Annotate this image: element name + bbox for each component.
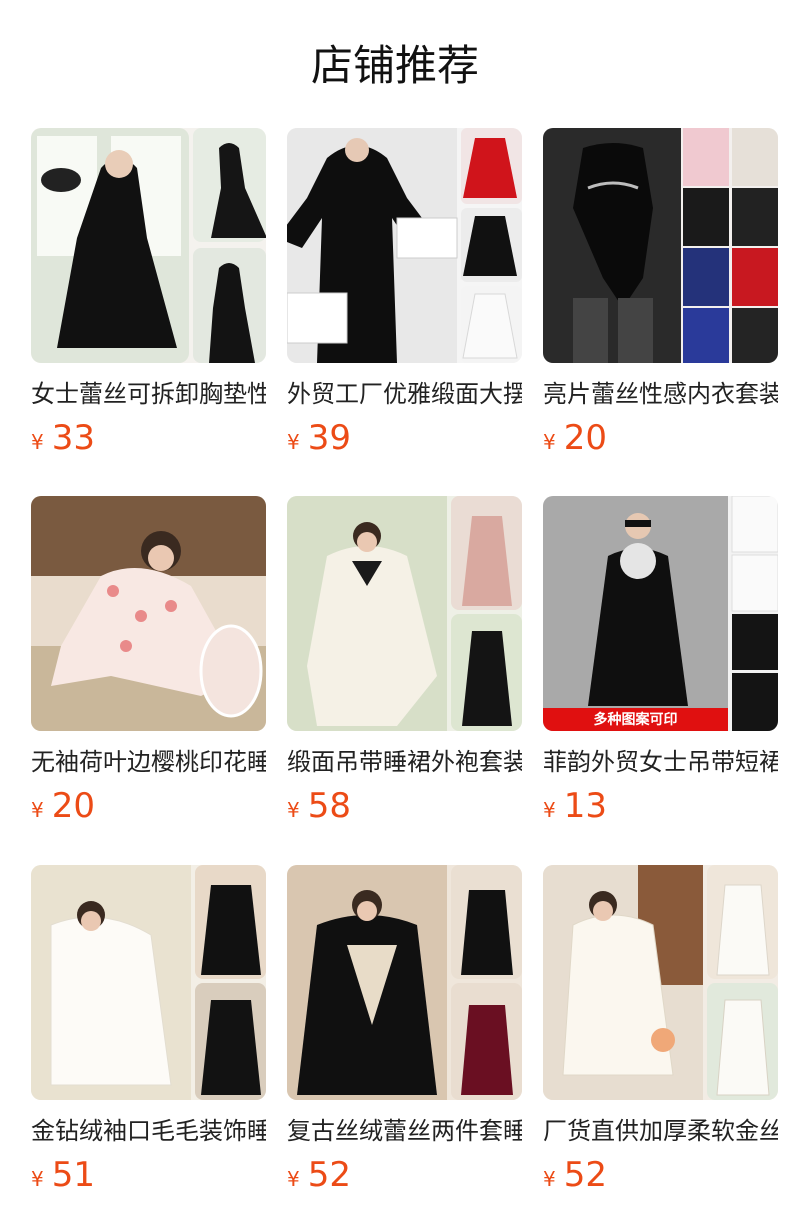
- product-image[interactable]: [287, 865, 522, 1100]
- product-name[interactable]: 亮片蕾丝性感内衣套装: [543, 374, 778, 414]
- price-value: 20: [563, 418, 607, 458]
- product-price: ¥33: [31, 416, 95, 460]
- product-price: ¥58: [287, 784, 351, 828]
- product-image[interactable]: [287, 496, 522, 731]
- product-card[interactable]: 亮片蕾丝性感内衣套装 ¥20: [543, 128, 778, 463]
- product-name[interactable]: 菲韵外贸女士吊带短裙: [543, 742, 778, 782]
- product-card[interactable]: 外贸工厂优雅缎面大摆睡袍 ¥39: [287, 128, 522, 463]
- product-name[interactable]: 缎面吊带睡裙外袍套装: [287, 742, 522, 782]
- currency-symbol: ¥: [31, 798, 44, 822]
- currency-symbol: ¥: [31, 430, 44, 454]
- currency-symbol: ¥: [543, 798, 556, 822]
- product-name[interactable]: 复古丝绒蕾丝两件套睡袍: [287, 1111, 522, 1151]
- price-value: 58: [307, 786, 351, 826]
- product-card[interactable]: 厂货直供加厚柔软金丝绒睡衣 ¥52: [543, 865, 778, 1200]
- product-price: ¥52: [287, 1153, 351, 1197]
- product-image[interactable]: [31, 128, 266, 363]
- image-badge: 多种图案可印: [593, 712, 678, 728]
- product-image[interactable]: 多种图案可印: [543, 496, 778, 731]
- product-grid: 女士蕾丝可拆卸胸垫性感睡袍 ¥33 外贸工厂优雅缎面大摆睡袍: [0, 0, 790, 1232]
- currency-symbol: ¥: [31, 1167, 44, 1191]
- product-card[interactable]: 女士蕾丝可拆卸胸垫性感睡袍 ¥33: [31, 128, 266, 463]
- product-image[interactable]: [287, 128, 522, 363]
- product-image[interactable]: [543, 865, 778, 1100]
- product-card[interactable]: 缎面吊带睡裙外袍套装 ¥58: [287, 496, 522, 831]
- currency-symbol: ¥: [287, 1167, 300, 1191]
- price-value: 52: [563, 1155, 607, 1195]
- product-price: ¥39: [287, 416, 351, 460]
- price-value: 33: [51, 418, 95, 458]
- currency-symbol: ¥: [543, 430, 556, 454]
- product-name[interactable]: 外贸工厂优雅缎面大摆睡袍: [287, 374, 522, 414]
- price-value: 20: [51, 786, 95, 826]
- currency-symbol: ¥: [287, 430, 300, 454]
- price-value: 51: [51, 1155, 95, 1195]
- product-price: ¥51: [31, 1153, 95, 1197]
- product-price: ¥52: [543, 1153, 607, 1197]
- product-name[interactable]: 女士蕾丝可拆卸胸垫性感睡袍: [31, 374, 266, 414]
- price-value: 39: [307, 418, 351, 458]
- currency-symbol: ¥: [543, 1167, 556, 1191]
- price-value: 13: [563, 786, 607, 826]
- price-value: 52: [307, 1155, 351, 1195]
- product-card[interactable]: 金钻绒袖口毛毛装饰睡衣 ¥51: [31, 865, 266, 1200]
- product-image[interactable]: [31, 865, 266, 1100]
- product-price: ¥20: [543, 416, 607, 460]
- product-card[interactable]: 无袖荷叶边樱桃印花睡裙 ¥20: [31, 496, 266, 831]
- currency-symbol: ¥: [287, 798, 300, 822]
- product-price: ¥13: [543, 784, 607, 828]
- product-card[interactable]: 多种图案可印 菲韵外贸女士吊带短裙 ¥13: [543, 496, 778, 831]
- product-image[interactable]: [543, 128, 778, 363]
- product-name[interactable]: 金钻绒袖口毛毛装饰睡衣: [31, 1111, 266, 1151]
- product-image[interactable]: [31, 496, 266, 731]
- product-card[interactable]: 复古丝绒蕾丝两件套睡袍 ¥52: [287, 865, 522, 1200]
- product-name[interactable]: 厂货直供加厚柔软金丝绒睡衣: [543, 1111, 778, 1151]
- product-price: ¥20: [31, 784, 95, 828]
- product-name[interactable]: 无袖荷叶边樱桃印花睡裙: [31, 742, 266, 782]
